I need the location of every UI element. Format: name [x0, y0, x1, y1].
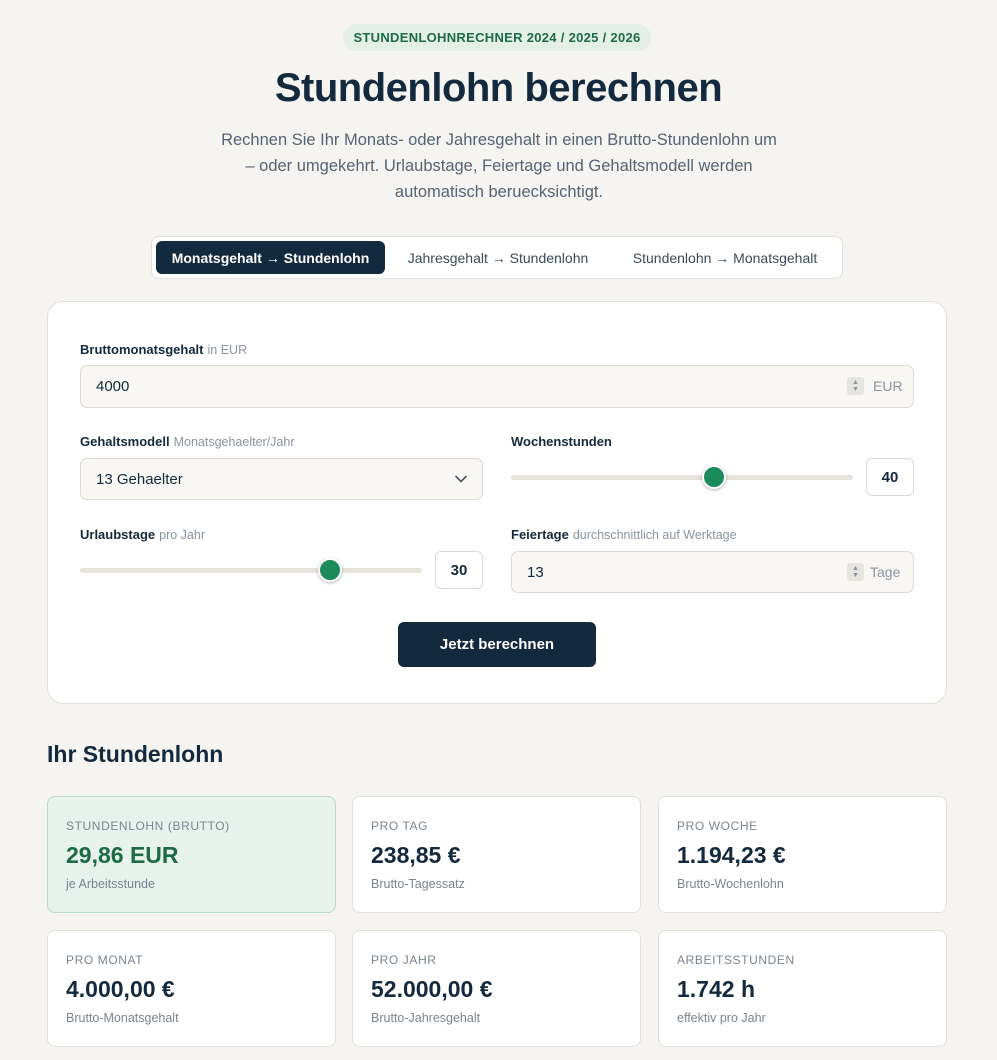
result-key: ARBEITSSTUNDEN: [677, 953, 795, 967]
result-card-month: PRO MONAT 4.000,00 € Brutto-Monatsgehalt: [47, 930, 336, 1047]
result-card-day: PRO TAG 238,85 € Brutto-Tagessatz: [352, 796, 641, 913]
model-hint: Monatsgehaelter/Jahr: [173, 435, 295, 449]
model-select-value: 13 Gehaelter: [96, 470, 183, 488]
salary-spinner-icon[interactable]: ▲ ▼: [847, 377, 864, 395]
result-sub: Brutto-Monatsgehalt: [66, 1011, 179, 1025]
tab-monthly-to-hourly[interactable]: Monatsgehalt → Stundenlohn: [156, 241, 385, 274]
holidays-input-value: 13: [527, 563, 544, 581]
result-sub: effektiv pro Jahr: [677, 1011, 766, 1025]
result-value: 52.000,00 €: [371, 976, 493, 1002]
salary-label: Bruttomonatsgehalt in EUR: [80, 342, 248, 357]
tab-hourly-to-monthly[interactable]: Stundenlohn → Monatsgehalt: [611, 241, 839, 274]
model-label: Gehaltsmodell Monatsgehaelter/Jahr: [80, 434, 295, 449]
result-key: PRO TAG: [371, 819, 429, 833]
result-card-hourly: STUNDENLOHN (BRUTTO) 29,86 EUR je Arbeit…: [47, 796, 336, 913]
vacation-slider-track[interactable]: [80, 568, 422, 573]
result-key: PRO WOCHE: [677, 819, 758, 833]
result-value: 4.000,00 €: [66, 976, 175, 1002]
result-card-week: PRO WOCHE 1.194,23 € Brutto-Wochenlohn: [658, 796, 947, 913]
chevron-down-icon: [455, 475, 467, 483]
result-value: 238,85 €: [371, 842, 461, 868]
results-title: Ihr Stundenlohn: [47, 741, 224, 767]
result-sub: je Arbeitsstunde: [66, 877, 155, 891]
model-select[interactable]: 13 Gehaelter: [80, 458, 483, 500]
vacation-label: Urlaubstage pro Jahr: [80, 527, 205, 542]
salary-unit: EUR: [873, 378, 903, 394]
salary-hint: in EUR: [207, 343, 248, 357]
result-value: 29,86 EUR: [66, 842, 179, 868]
vacation-hint: pro Jahr: [159, 528, 205, 542]
page-subtitle: Rechnen Sie Ihr Monats- oder Jahresgehal…: [221, 131, 777, 201]
holidays-hint: durchschnittlich auf Werktage: [572, 528, 737, 542]
calculate-button[interactable]: Jetzt berechnen: [398, 622, 596, 667]
salary-input[interactable]: 4000: [80, 365, 914, 408]
result-card-year: PRO JAHR 52.000,00 € Brutto-Jahresgehalt: [352, 930, 641, 1047]
mode-tabs: Monatsgehalt → Stundenlohn Jahresgehalt …: [151, 236, 843, 279]
result-key: PRO MONAT: [66, 953, 144, 967]
salary-input-value: 4000: [96, 378, 130, 395]
holidays-unit: Tage: [870, 564, 901, 580]
result-value: 1.742 h: [677, 976, 755, 1002]
hours-label: Wochenstunden: [511, 434, 612, 449]
result-value: 1.194,23 €: [677, 842, 786, 868]
hours-slider-track[interactable]: [511, 475, 853, 480]
hours-slider-thumb[interactable]: [702, 465, 726, 489]
hours-value-box[interactable]: 40: [866, 458, 914, 496]
result-sub: Brutto-Wochenlohn: [677, 877, 784, 891]
holidays-label: Feiertage durchschnittlich auf Werktage: [511, 527, 737, 542]
page-badge: STUNDENLOHNRECHNER 2024 / 2025 / 2026: [343, 24, 651, 51]
result-sub: Brutto-Tagessatz: [371, 877, 465, 891]
page-title: Stundenlohn berechnen: [274, 66, 723, 110]
result-key: PRO JAHR: [371, 953, 437, 967]
holidays-spinner-icon[interactable]: ▲ ▼: [847, 563, 864, 581]
result-sub: Brutto-Jahresgehalt: [371, 1011, 481, 1025]
tab-yearly-to-hourly[interactable]: Jahresgehalt → Stundenlohn: [389, 241, 607, 274]
vacation-value-box[interactable]: 30: [435, 551, 483, 589]
vacation-slider-thumb[interactable]: [318, 558, 342, 582]
result-key: STUNDENLOHN (BRUTTO): [66, 819, 230, 833]
result-card-hours: ARBEITSSTUNDEN 1.742 h effektiv pro Jahr: [658, 930, 947, 1047]
